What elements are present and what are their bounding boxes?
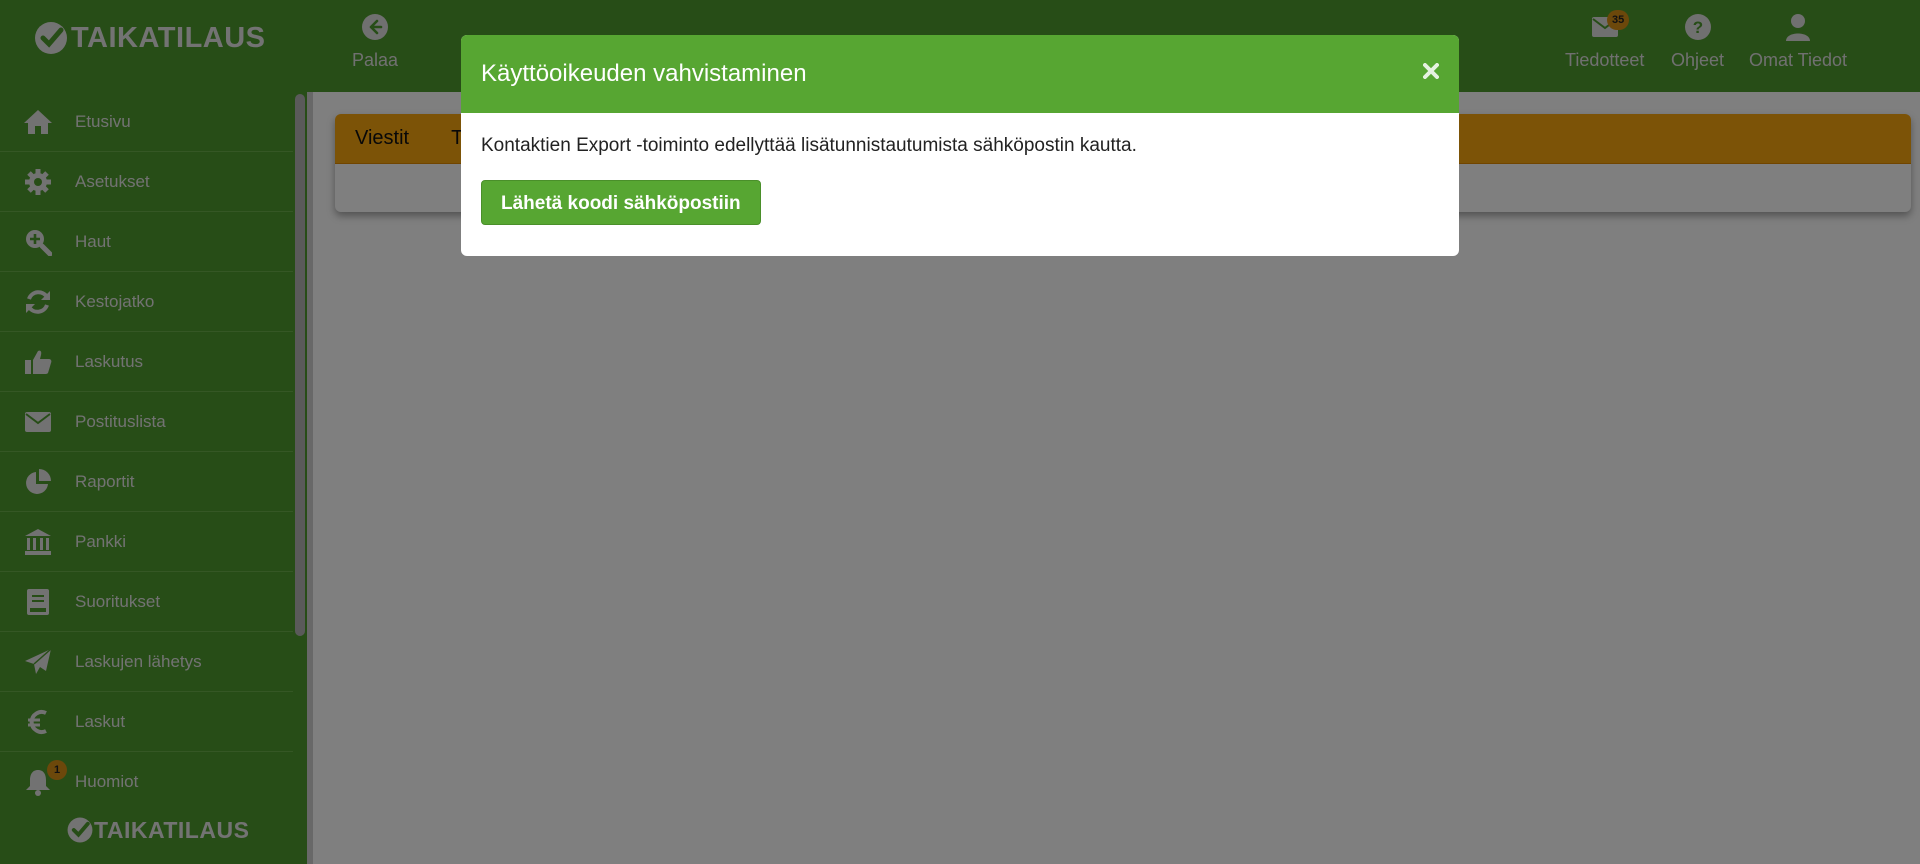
modal-message: Kontaktien Export -toiminto edellyttää l… [481,135,1137,156]
send-code-button[interactable]: Lähetä koodi sähköpostiin [481,180,761,225]
close-icon [1423,63,1439,79]
modal-header: Käyttöoikeuden vahvistaminen [461,35,1459,113]
close-button[interactable] [1419,59,1443,83]
modal-title: Käyttöoikeuden vahvistaminen [481,60,807,87]
modal-body: Kontaktien Export -toiminto edellyttää l… [461,113,1459,247]
confirm-access-modal: Käyttöoikeuden vahvistaminen Kontaktien … [461,35,1459,256]
